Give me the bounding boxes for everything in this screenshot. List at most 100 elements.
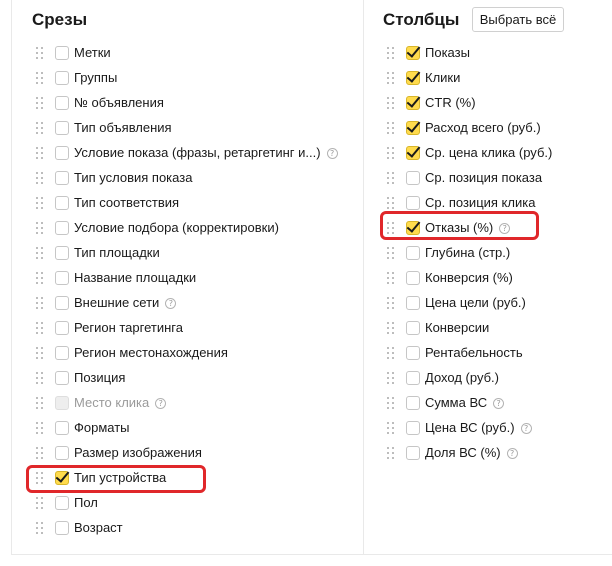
column-checkbox[interactable]: [406, 171, 420, 185]
slice-checkbox[interactable]: [55, 371, 69, 385]
drag-handle-icon[interactable]: [387, 447, 395, 459]
column-checkbox[interactable]: [406, 271, 420, 285]
drag-handle-icon[interactable]: [387, 97, 395, 109]
slice-checkbox[interactable]: [55, 71, 69, 85]
slice-checkbox[interactable]: [55, 496, 69, 510]
drag-handle-icon[interactable]: [36, 272, 44, 284]
drag-handle-icon[interactable]: [387, 47, 395, 59]
column-checkbox[interactable]: [406, 71, 420, 85]
column-checkbox[interactable]: [406, 296, 420, 310]
drag-handle-icon[interactable]: [36, 222, 44, 234]
column-checkbox[interactable]: [406, 246, 420, 260]
column-row[interactable]: Ср. позиция показа: [387, 165, 612, 190]
drag-handle-icon[interactable]: [36, 522, 44, 534]
drag-handle-icon[interactable]: [387, 272, 395, 284]
drag-handle-icon[interactable]: [387, 122, 395, 134]
column-checkbox[interactable]: [406, 421, 420, 435]
drag-handle-icon[interactable]: [36, 297, 44, 309]
drag-handle-icon[interactable]: [387, 72, 395, 84]
column-checkbox[interactable]: [406, 96, 420, 110]
slice-row[interactable]: Метки: [36, 40, 336, 65]
drag-handle-icon[interactable]: [36, 47, 44, 59]
slice-row[interactable]: Название площадки: [36, 265, 336, 290]
drag-handle-icon[interactable]: [36, 247, 44, 259]
slice-row[interactable]: Регион таргетинга: [36, 315, 336, 340]
slice-checkbox[interactable]: [55, 421, 69, 435]
drag-handle-icon[interactable]: [387, 422, 395, 434]
column-row[interactable]: Доля ВС (%)?: [387, 440, 612, 465]
slice-row[interactable]: Позиция: [36, 365, 336, 390]
drag-handle-icon[interactable]: [387, 147, 395, 159]
column-row[interactable]: Конверсия (%): [387, 265, 612, 290]
drag-handle-icon[interactable]: [36, 72, 44, 84]
drag-handle-icon[interactable]: [387, 247, 395, 259]
slice-checkbox[interactable]: [55, 246, 69, 260]
column-checkbox[interactable]: [406, 371, 420, 385]
drag-handle-icon[interactable]: [36, 447, 44, 459]
slice-checkbox[interactable]: [55, 196, 69, 210]
slice-row[interactable]: Форматы: [36, 415, 336, 440]
slice-row[interactable]: Условие показа (фразы, ретаргетинг и...)…: [36, 140, 338, 165]
help-icon[interactable]: ?: [520, 423, 532, 434]
drag-handle-icon[interactable]: [36, 422, 44, 434]
column-row[interactable]: Цена ВС (руб.)?: [387, 415, 612, 440]
help-icon[interactable]: ?: [493, 398, 505, 409]
help-icon[interactable]: ?: [506, 448, 518, 459]
column-checkbox[interactable]: [406, 346, 420, 360]
drag-handle-icon[interactable]: [387, 322, 395, 334]
slice-row[interactable]: Условие подбора (корректировки): [36, 215, 336, 240]
drag-handle-icon[interactable]: [36, 497, 44, 509]
drag-handle-icon[interactable]: [387, 397, 395, 409]
drag-handle-icon[interactable]: [36, 122, 44, 134]
help-icon[interactable]: ?: [155, 398, 167, 409]
slice-row[interactable]: Тип условия показа: [36, 165, 336, 190]
column-checkbox[interactable]: [406, 321, 420, 335]
slice-checkbox[interactable]: [55, 221, 69, 235]
drag-handle-icon[interactable]: [387, 347, 395, 359]
column-row[interactable]: CTR (%): [387, 90, 612, 115]
slice-row[interactable]: Тип площадки: [36, 240, 336, 265]
slice-checkbox[interactable]: [55, 346, 69, 360]
drag-handle-icon[interactable]: [36, 397, 44, 409]
slice-checkbox[interactable]: [55, 296, 69, 310]
drag-handle-icon[interactable]: [36, 147, 44, 159]
drag-handle-icon[interactable]: [36, 322, 44, 334]
slice-row[interactable]: Тип соответствия: [36, 190, 336, 215]
slice-row[interactable]: Место клика?: [36, 390, 336, 415]
slice-row[interactable]: Регион местонахождения: [36, 340, 336, 365]
slice-row[interactable]: Внешние сети?: [36, 290, 336, 315]
slice-row[interactable]: № объявления: [36, 90, 336, 115]
drag-handle-icon[interactable]: [36, 172, 44, 184]
slice-checkbox[interactable]: [55, 46, 69, 60]
drag-handle-icon[interactable]: [387, 197, 395, 209]
column-row[interactable]: Расход всего (руб.): [387, 115, 612, 140]
slice-checkbox[interactable]: [55, 521, 69, 535]
drag-handle-icon[interactable]: [36, 372, 44, 384]
select-all-button[interactable]: Выбрать всё: [472, 7, 564, 32]
help-icon[interactable]: ?: [326, 148, 338, 159]
column-row[interactable]: Конверсии: [387, 315, 612, 340]
drag-handle-icon[interactable]: [36, 97, 44, 109]
drag-handle-icon[interactable]: [36, 197, 44, 209]
column-checkbox[interactable]: [406, 196, 420, 210]
column-checkbox[interactable]: [406, 121, 420, 135]
column-checkbox[interactable]: [406, 446, 420, 460]
slice-checkbox[interactable]: [55, 146, 69, 160]
column-row[interactable]: Показы: [387, 40, 612, 65]
column-checkbox[interactable]: [406, 396, 420, 410]
drag-handle-icon[interactable]: [387, 172, 395, 184]
slice-checkbox[interactable]: [55, 171, 69, 185]
column-row[interactable]: Цена цели (руб.): [387, 290, 612, 315]
slice-checkbox[interactable]: [55, 96, 69, 110]
column-row[interactable]: Доход (руб.): [387, 365, 612, 390]
slice-checkbox[interactable]: [55, 271, 69, 285]
column-row[interactable]: Рентабельность: [387, 340, 612, 365]
help-icon[interactable]: ?: [165, 298, 177, 309]
slice-checkbox[interactable]: [55, 321, 69, 335]
slice-checkbox[interactable]: [55, 121, 69, 135]
slice-row[interactable]: Тип объявления: [36, 115, 336, 140]
slice-checkbox[interactable]: [55, 446, 69, 460]
slice-row[interactable]: Размер изображения: [36, 440, 336, 465]
drag-handle-icon[interactable]: [36, 347, 44, 359]
drag-handle-icon[interactable]: [387, 297, 395, 309]
